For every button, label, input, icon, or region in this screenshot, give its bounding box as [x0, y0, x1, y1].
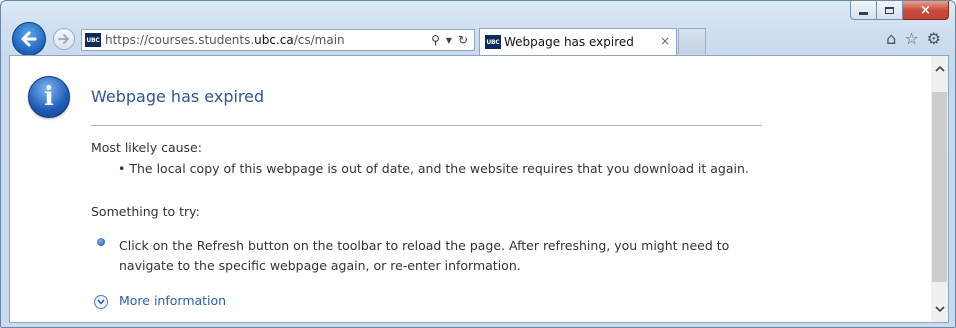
maximize-icon	[885, 6, 894, 14]
toolbar-icons: ⌂ ☆ ⚙	[886, 30, 941, 48]
refresh-icon[interactable]: ↻	[458, 32, 468, 48]
back-button[interactable]	[12, 22, 46, 56]
more-information-link[interactable]: More information	[119, 293, 226, 308]
maximize-button[interactable]	[877, 1, 903, 20]
vertical-scrollbar[interactable]	[931, 56, 948, 322]
url-domain: ubc.ca	[254, 33, 294, 47]
cause-label: Most likely cause:	[91, 140, 202, 155]
bullet-dot-icon	[97, 238, 105, 246]
divider	[91, 125, 762, 126]
settings-icon[interactable]: ⚙	[927, 30, 941, 48]
address-bar[interactable]: UBC https://courses.students.ubc.ca/cs/m…	[81, 29, 475, 51]
search-icon[interactable]: ⚲	[431, 32, 440, 48]
close-button[interactable]: ×	[903, 1, 949, 20]
scroll-down-icon[interactable]	[931, 301, 948, 318]
address-icons: ⚲ ▾ ↻	[431, 32, 468, 48]
tab-favicon-icon: UBC	[485, 35, 501, 49]
caption-buttons: ×	[850, 1, 949, 21]
cause-item: • The local copy of this webpage is out …	[118, 161, 749, 176]
suggestion-text: Click on the Refresh button on the toolb…	[119, 238, 730, 273]
url-prefix: https://courses.students.	[105, 33, 255, 47]
back-arrow-icon	[21, 31, 37, 47]
forward-arrow-icon	[58, 34, 69, 44]
page-content: i Webpage has expired Most likely cause:…	[9, 55, 949, 323]
scroll-up-icon[interactable]	[931, 60, 948, 77]
home-icon[interactable]: ⌂	[886, 30, 896, 48]
page-title: Webpage has expired	[91, 87, 265, 106]
favorites-icon[interactable]: ☆	[904, 30, 918, 48]
site-favicon-icon: UBC	[85, 33, 101, 47]
chevron-down-icon	[97, 299, 105, 305]
url-suffix: /cs/main	[293, 33, 345, 47]
new-tab-button[interactable]	[678, 28, 706, 54]
tab-webpage-expired[interactable]: UBC Webpage has expired ×	[479, 28, 677, 55]
browser-window: × UBC https://courses.students.ubc.ca/cs…	[0, 0, 956, 328]
minimize-icon	[859, 11, 868, 15]
dropdown-icon[interactable]: ▾	[446, 32, 452, 48]
tab-close-icon[interactable]: ×	[660, 34, 670, 48]
scroll-thumb[interactable]	[932, 92, 947, 282]
forward-button[interactable]	[53, 28, 75, 50]
tab-title: Webpage has expired	[504, 35, 634, 49]
try-label: Something to try:	[91, 204, 200, 219]
address-url[interactable]: https://courses.students.ubc.ca/cs/main	[105, 33, 345, 47]
close-icon: ×	[920, 2, 931, 18]
minimize-button[interactable]	[850, 1, 877, 20]
info-icon: i	[28, 76, 70, 118]
expand-chevron-icon[interactable]	[94, 295, 108, 309]
